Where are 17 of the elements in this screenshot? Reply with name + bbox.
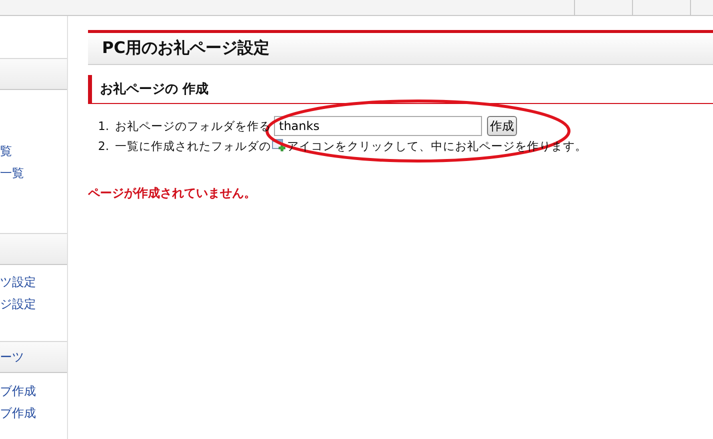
page-add-icon [272, 139, 286, 153]
sidebar-link[interactable]: 覧 [0, 140, 12, 162]
section-title: お礼ページの 作成 [100, 80, 209, 98]
folder-name-field[interactable]: thanks [274, 116, 482, 136]
step-text: 一覧に作成されたフォルダの [115, 138, 271, 154]
sidebar-link[interactable]: ツ設定 [0, 271, 36, 293]
sidebar-link[interactable]: ジ設定 [0, 293, 36, 315]
step-number: 2. [98, 139, 110, 153]
create-button[interactable]: 作成 [487, 116, 517, 136]
sidebar-link[interactable]: ブ作成 [0, 380, 36, 402]
step-text: お礼ページのフォルダを作る [115, 118, 271, 134]
page-title: PC用のお礼ページ設定 [102, 38, 270, 59]
step-number: 1. [98, 119, 110, 133]
sidebar-heading: ーツ [0, 348, 24, 366]
sidebar-link[interactable]: ブ作成 [0, 402, 36, 424]
sidebar-link[interactable]: 一覧 [0, 162, 24, 184]
error-message: ページが作成されていません。 [88, 185, 257, 202]
